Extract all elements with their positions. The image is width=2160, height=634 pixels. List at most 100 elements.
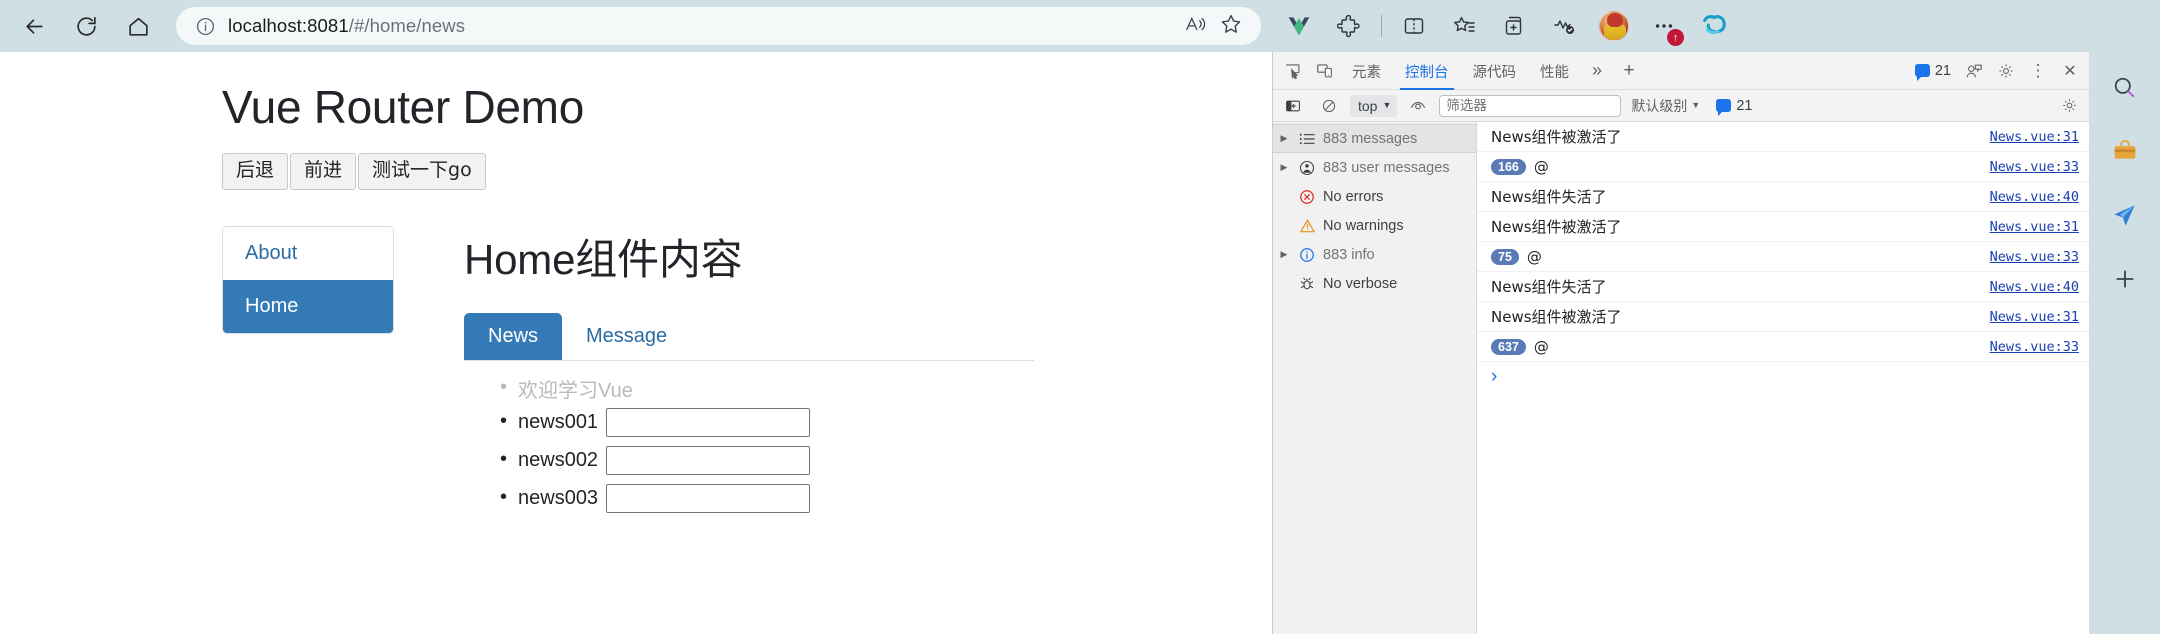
news-label: news002: [518, 448, 599, 471]
shopping-icon[interactable]: [2104, 130, 2146, 172]
log-row[interactable]: News组件被激活了 News.vue:31: [1477, 122, 2089, 152]
reload-button[interactable]: [62, 2, 110, 50]
web-page-viewport: Vue Router Demo 后退 前进 测试一下go About Home …: [0, 52, 1272, 634]
clear-console-icon[interactable]: [1314, 92, 1344, 120]
sidebar-item-about[interactable]: About: [223, 227, 393, 281]
log-level-select[interactable]: 默认级别 ▼: [1627, 96, 1704, 116]
collections-icon[interactable]: [1492, 4, 1536, 48]
log-row[interactable]: News组件被激活了 News.vue:31: [1477, 302, 2089, 332]
news-input[interactable]: [606, 483, 811, 513]
expand-arrow-icon[interactable]: ▶: [1277, 133, 1291, 144]
log-row[interactable]: News组件被激活了 News.vue:31: [1477, 212, 2089, 242]
add-tab-icon[interactable]: +: [1614, 57, 1644, 85]
log-source-link[interactable]: News.vue:40: [1990, 279, 2079, 295]
kebab-menu-icon[interactable]: ⋮: [2023, 57, 2053, 85]
log-source-link[interactable]: News.vue:33: [1990, 249, 2079, 265]
settings-more-icon[interactable]: ↑: [1642, 4, 1686, 48]
log-source-link[interactable]: News.vue:40: [1990, 189, 2079, 205]
back-button[interactable]: [10, 2, 58, 50]
log-source-link[interactable]: News.vue:31: [1990, 219, 2079, 235]
devtools-panel: 元素 控制台 源代码 性能 » + 21 ⋮ ✕ top ▼ 筛选器 默认级别 …: [1272, 52, 2089, 634]
close-devtools-icon[interactable]: ✕: [2055, 57, 2085, 85]
message-bubble-icon: [1914, 64, 1930, 81]
browser-window: localhost:8081/#/home/news ↑ Vue Router …: [0, 0, 2160, 634]
edge-sidebar-rail: [2089, 52, 2160, 634]
sidebar-row-user-messages[interactable]: ▶ 883 user messages: [1273, 153, 1476, 182]
news-input[interactable]: [606, 445, 811, 475]
console-toolbar: top ▼ 默认级别 ▼ 21: [1273, 90, 2089, 122]
vue-devtools-icon[interactable]: [1277, 4, 1321, 48]
chevron-down-icon: ▼: [1691, 100, 1701, 110]
log-message: @: [1533, 337, 1549, 356]
log-source-link[interactable]: News.vue:31: [1990, 129, 2079, 145]
copilot-icon[interactable]: [1692, 4, 1736, 48]
message-count-badge[interactable]: 21: [1909, 63, 1957, 81]
sidebar-label: No errors: [1323, 188, 1384, 205]
expand-arrow-icon[interactable]: ▶: [1277, 162, 1291, 173]
gear-icon[interactable]: [1991, 57, 2021, 85]
home-button[interactable]: [114, 2, 162, 50]
tab-console[interactable]: 控制台: [1394, 53, 1460, 90]
log-source-link[interactable]: News.vue:33: [1990, 159, 2079, 175]
add-icon[interactable]: [2104, 258, 2146, 300]
tab-sources[interactable]: 源代码: [1462, 53, 1528, 89]
more-tabs-icon[interactable]: »: [1582, 57, 1612, 85]
test-go-button[interactable]: 测试一下go: [358, 152, 486, 191]
browser-essentials-icon[interactable]: [1542, 4, 1586, 48]
log-message: @: [1533, 157, 1549, 176]
sidebar-row-warnings[interactable]: No warnings: [1273, 211, 1476, 240]
url-text[interactable]: localhost:8081/#/home/news: [228, 15, 1183, 37]
expand-arrow-icon[interactable]: ▶: [1277, 249, 1291, 260]
feedback-icon[interactable]: [1959, 57, 1989, 85]
news-input[interactable]: [606, 407, 811, 437]
favorite-star-icon[interactable]: [1219, 12, 1243, 41]
log-row[interactable]: 166 @ News.vue:33: [1477, 152, 2089, 182]
sidebar-row-verbose[interactable]: No verbose: [1273, 269, 1476, 298]
console-body: ▶ 883 messages ▶ 883 user messages No er…: [1273, 122, 2089, 634]
site-info-icon[interactable]: [192, 13, 218, 39]
inspect-element-icon[interactable]: [1277, 57, 1307, 85]
issues-count-badge[interactable]: 21: [1710, 98, 1758, 116]
log-source-link[interactable]: News.vue:31: [1990, 309, 2079, 325]
sidebar-row-info[interactable]: ▶ 883 info: [1273, 240, 1476, 269]
tab-elements[interactable]: 元素: [1341, 53, 1392, 89]
console-prompt[interactable]: ›: [1477, 362, 2089, 392]
url-path: /#/home/news: [348, 15, 466, 36]
send-icon[interactable]: [2104, 194, 2146, 236]
profile-avatar[interactable]: [1592, 4, 1636, 48]
tab-news[interactable]: News: [464, 313, 563, 361]
sidebar-item-home[interactable]: Home: [223, 280, 393, 334]
console-sidebar: ▶ 883 messages ▶ 883 user messages No er…: [1273, 122, 1477, 634]
tab-performance[interactable]: 性能: [1529, 53, 1580, 89]
sidebar-label: 883 info: [1323, 246, 1375, 263]
prompt-chevron-icon: ›: [1491, 366, 1498, 387]
live-expression-icon[interactable]: [1403, 92, 1433, 120]
content-heading: Home组件内容: [464, 236, 743, 284]
log-source-link[interactable]: News.vue:33: [1990, 339, 2079, 355]
repeat-count-badge: 166: [1491, 158, 1526, 175]
search-icon[interactable]: [2104, 66, 2146, 108]
log-row[interactable]: 75 @ News.vue:33: [1477, 242, 2089, 272]
console-settings-gear-icon[interactable]: [2054, 92, 2084, 120]
console-sidebar-toggle-icon[interactable]: [1278, 92, 1308, 120]
sidebar-row-errors[interactable]: No errors: [1273, 182, 1476, 211]
forward-router-button[interactable]: 前进: [290, 152, 357, 191]
console-filter-input[interactable]: [1439, 94, 1622, 117]
log-row[interactable]: News组件失活了 News.vue:40: [1477, 182, 2089, 212]
issues-bubble-icon: [1716, 99, 1732, 116]
device-toolbar-icon[interactable]: [1309, 57, 1339, 85]
split-screen-icon[interactable]: [1392, 4, 1436, 48]
back-router-button[interactable]: 后退: [222, 152, 289, 191]
user-icon: [1297, 160, 1317, 176]
extensions-icon[interactable]: [1327, 4, 1371, 48]
tab-message[interactable]: Message: [562, 313, 691, 360]
page-layout: About Home Home组件内容 News Message 欢迎学习Vue: [222, 226, 1272, 517]
address-bar[interactable]: localhost:8081/#/home/news: [176, 7, 1261, 45]
log-row[interactable]: News组件失活了 News.vue:40: [1477, 272, 2089, 302]
favorites-icon[interactable]: [1442, 4, 1486, 48]
execution-context-select[interactable]: top ▼: [1350, 94, 1398, 117]
sidebar-row-messages[interactable]: ▶ 883 messages: [1273, 124, 1476, 153]
list-item: news001: [464, 403, 1272, 441]
log-row[interactable]: 637 @ News.vue:33: [1477, 332, 2089, 362]
read-aloud-icon[interactable]: [1183, 13, 1207, 40]
